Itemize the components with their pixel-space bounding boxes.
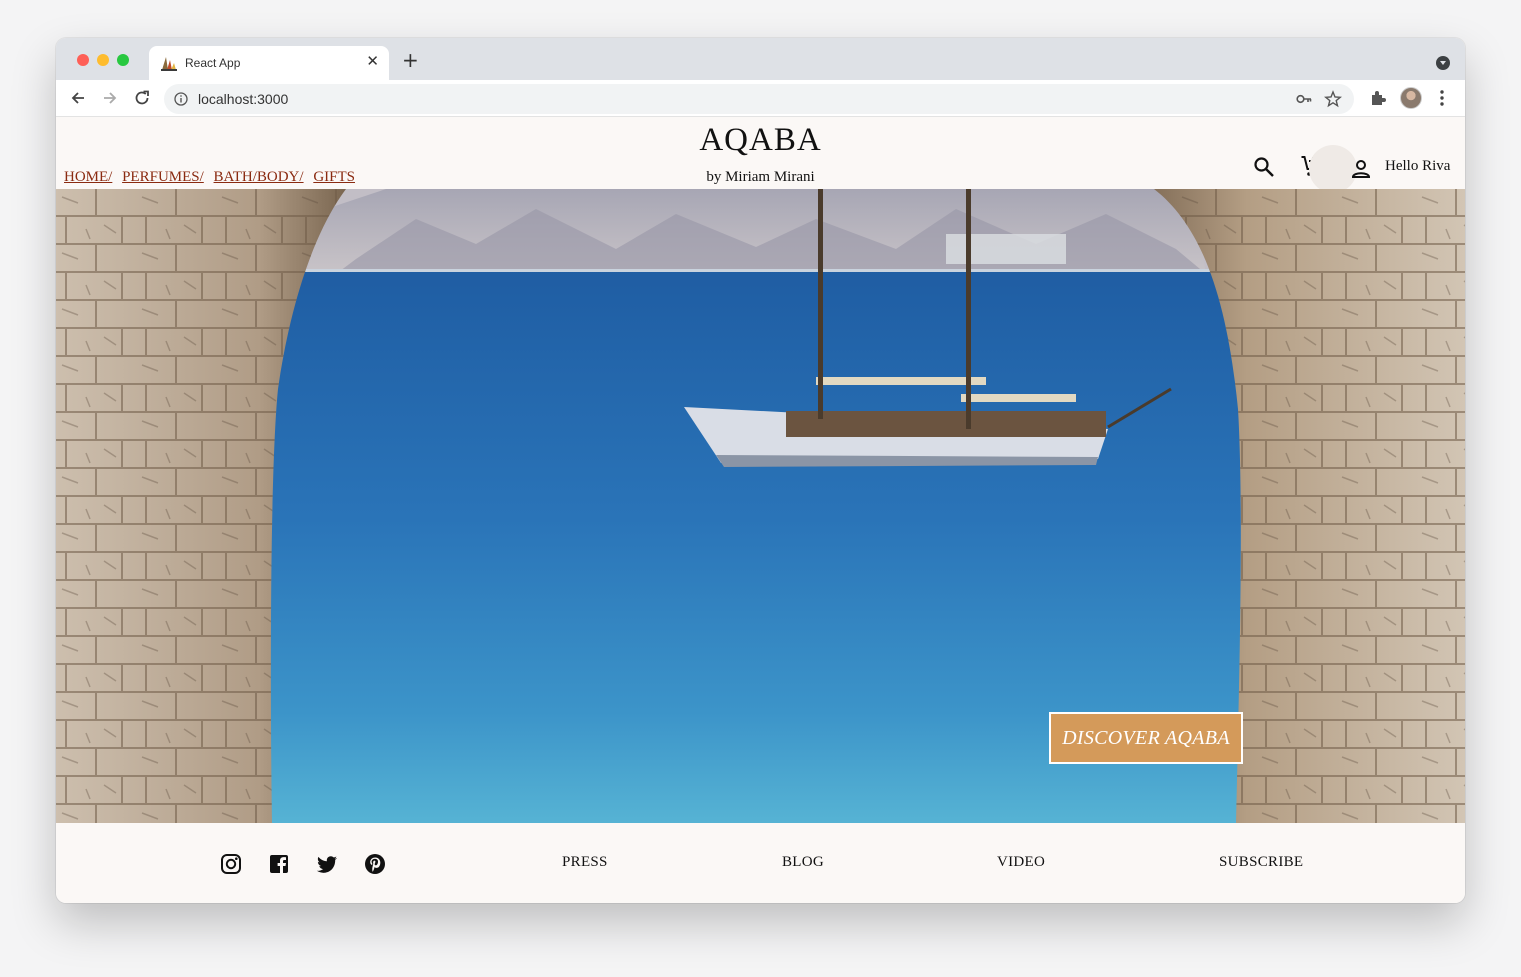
url-text[interactable]: localhost:3000 [198,91,288,107]
person-icon[interactable] [1349,157,1373,181]
key-icon[interactable] [1296,92,1312,106]
facebook-icon[interactable] [268,853,290,875]
main-nav: HOME/ PERFUMES/ BATH/BODY/ GIFTS [64,169,361,186]
hero-image [56,189,1465,823]
footer-link-blog[interactable]: BLOG [782,854,824,871]
browser-tab[interactable]: React App ✕ [149,46,389,80]
nav-link-perfumes[interactable]: PERFUMES/ [122,169,204,185]
tab-search-icon[interactable] [1436,56,1450,70]
bookmark-star-icon[interactable] [1324,90,1342,108]
discover-button[interactable]: DISCOVER AQABA [1049,712,1243,764]
nav-link-gifts[interactable]: GIFTS [313,169,355,185]
extensions-icon[interactable] [1369,89,1387,107]
profile-avatar[interactable] [1400,87,1422,109]
tab-title: React App [185,56,241,70]
tab-bar: React App ✕ + [56,38,1465,80]
twitter-icon[interactable] [316,853,338,875]
new-tab-button[interactable]: + [402,50,419,70]
hero-banner: DISCOVER AQABA [56,189,1465,823]
brand-title[interactable]: AQABA [56,122,1465,159]
browser-toolbar: localhost:3000 [56,80,1465,117]
footer-link-subscribe[interactable]: SUBSCRIBE [1219,854,1303,871]
nav-link-bath-body[interactable]: BATH/BODY/ [214,169,304,185]
user-greeting[interactable]: Hello Riva [1385,158,1450,175]
site-header: AQABA by Miriam Mirani HOME/ PERFUMES/ B… [56,118,1465,193]
tab-close-button[interactable]: ✕ [366,54,379,70]
minimize-window-button[interactable] [97,54,109,66]
footer-link-video[interactable]: VIDEO [997,854,1045,871]
instagram-icon[interactable] [220,853,242,875]
browser-menu-icon[interactable] [1436,88,1448,108]
address-bar[interactable]: localhost:3000 [164,84,1354,114]
pinterest-icon[interactable] [364,853,386,875]
reload-icon[interactable] [133,89,151,107]
nav-link-home[interactable]: HOME/ [64,169,112,185]
info-icon[interactable] [174,92,188,106]
search-icon[interactable] [1252,155,1276,179]
browser-window: React App ✕ + localhost:3000 AQABA by Mi… [56,38,1465,903]
close-window-button[interactable] [77,54,89,66]
back-icon[interactable] [69,89,87,107]
maximize-window-button[interactable] [117,54,129,66]
forward-icon[interactable] [101,89,119,107]
footer-link-press[interactable]: PRESS [562,854,608,871]
site-footer: PRESS BLOG VIDEO SUBSCRIBE [56,823,1465,903]
favicon-icon [161,57,177,71]
